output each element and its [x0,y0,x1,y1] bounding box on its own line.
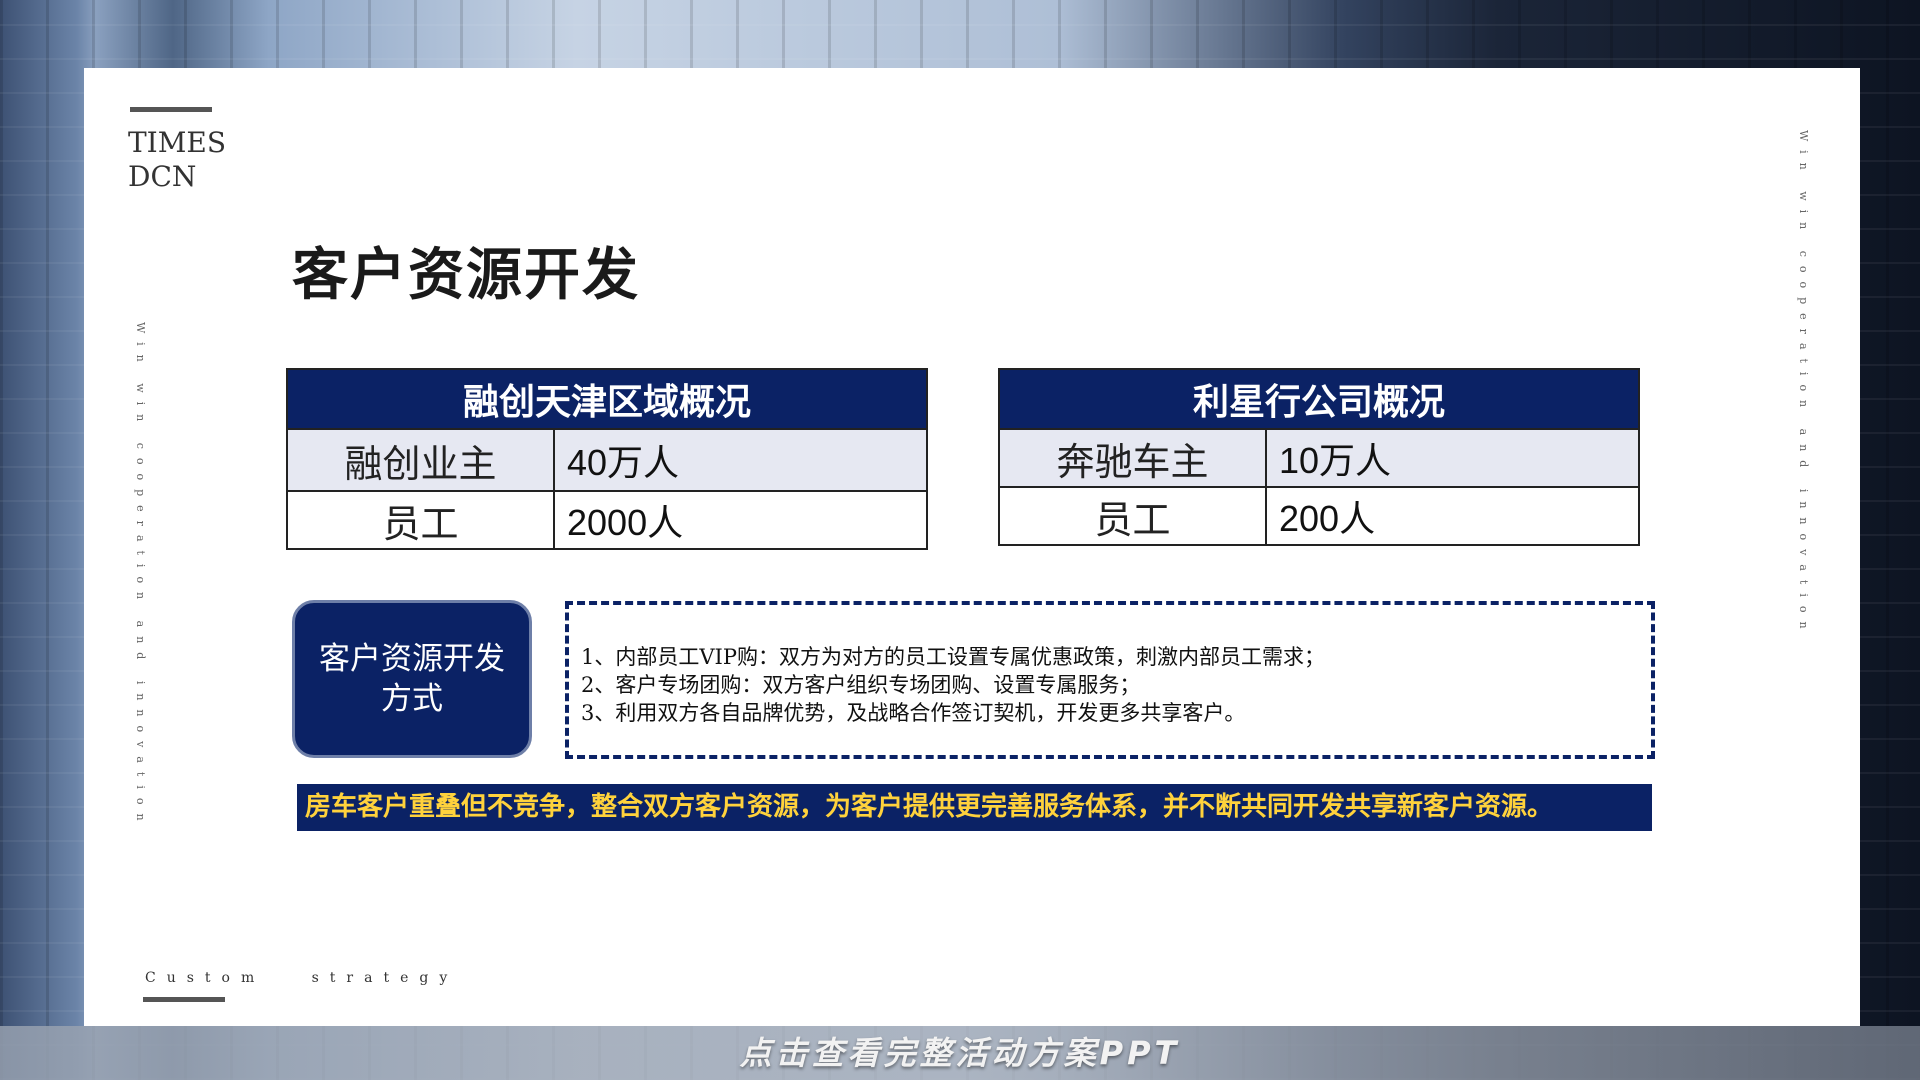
list-item: 3、利用双方各自品牌优势，及战略合作签订契机，开发更多共享客户。 [581,701,1246,725]
row-value: 10万人 [1265,428,1640,488]
table-rongchuang-overview: 融创天津区域概况 融创业主 40万人 员工 2000人 [286,368,928,550]
table-lixingxing-overview: 利星行公司概况 奔驰车主 10万人 员工 200人 [998,368,1640,546]
summary-banner: 房车客户重叠但不竞争，整合双方客户资源，为客户提供更完善服务体系，并不断共同开发… [297,784,1652,831]
logo-line-1: TIMES [128,126,227,159]
logo-line-2: DCN [128,160,197,193]
table-row: 员工 2000人 [286,490,928,550]
table-row: 融创业主 40万人 [286,428,928,492]
side-text-right: Win win cooperation and innovation [1797,130,1810,638]
page-title: 客户资源开发 [292,242,640,308]
table-header: 融创天津区域概况 [286,368,928,430]
cta-link[interactable]: 点击查看完整活动方案PPT [0,1026,1920,1080]
row-value: 2000人 [553,490,928,550]
list-item: 1、内部员工VIP购：双方为对方的员工设置专属优惠政策，刺激内部员工需求； [581,645,1325,669]
row-value: 200人 [1265,486,1640,546]
table-header: 利星行公司概况 [998,368,1640,430]
method-list-box: 1、内部员工VIP购：双方为对方的员工设置专属优惠政策，刺激内部员工需求； 2、… [565,601,1655,759]
table-row: 员工 200人 [998,486,1640,546]
row-value: 40万人 [553,428,928,492]
footer-text: Custom strategy [145,970,459,986]
logo-bar [130,107,212,112]
logo: TIMES DCN [128,126,226,194]
row-key: 员工 [286,490,555,550]
footer-bar [143,997,225,1002]
row-key: 员工 [998,486,1267,546]
table-row: 奔驰车主 10万人 [998,428,1640,488]
row-key: 融创业主 [286,428,555,492]
list-item: 2、客户专场团购：双方客户组织专场团购、设置专属服务； [581,673,1141,697]
row-key: 奔驰车主 [998,428,1267,488]
side-text-left: Win win cooperation and innovation [134,322,147,830]
method-label-box: 客户资源开发方式 [292,600,532,758]
